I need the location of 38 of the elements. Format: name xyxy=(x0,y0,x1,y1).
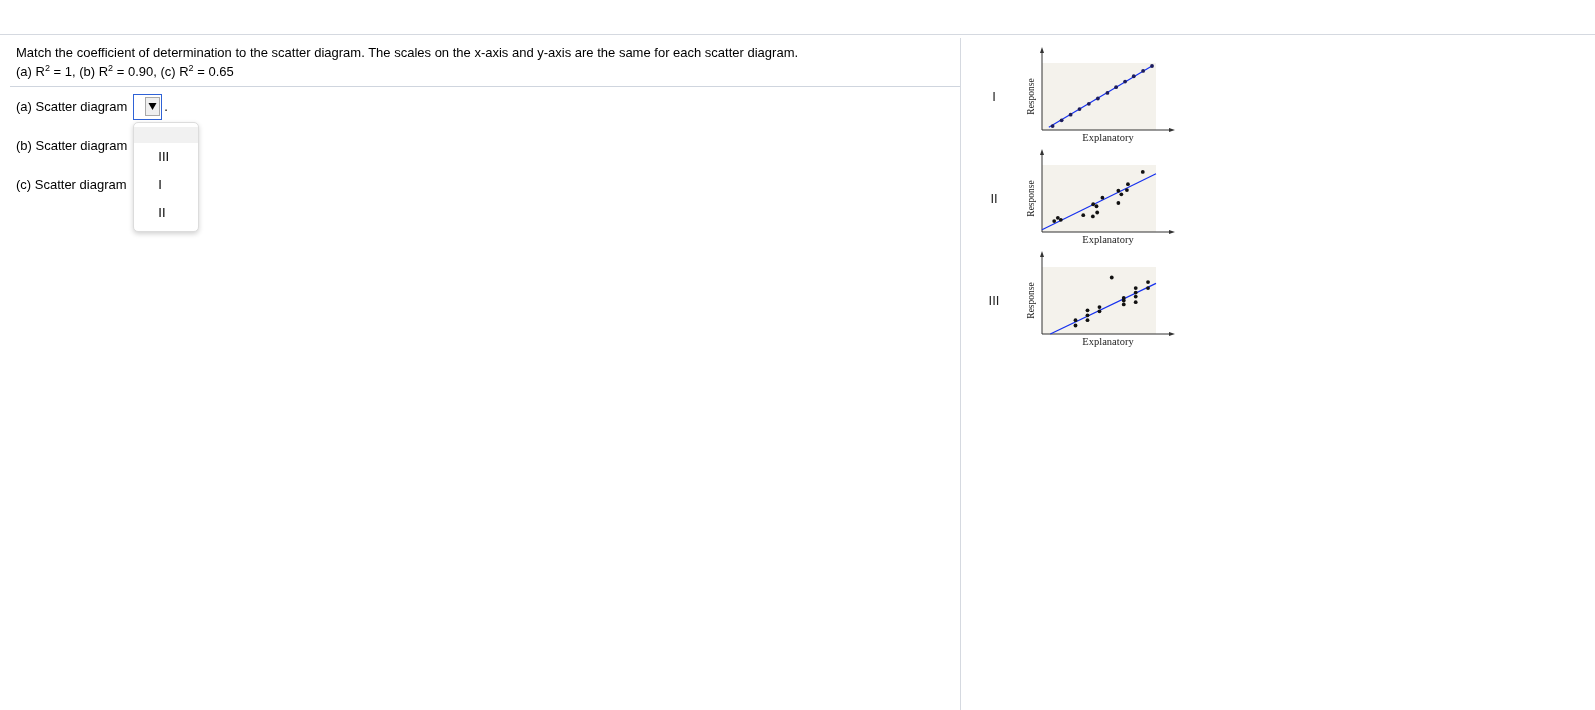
data-point xyxy=(1146,280,1150,284)
data-point xyxy=(1146,286,1150,290)
data-point xyxy=(1068,112,1073,117)
answer-label: (b) Scatter diagram xyxy=(16,138,128,153)
data-point xyxy=(1077,107,1082,111)
answer-label: (a) Scatter diagram xyxy=(16,99,128,114)
answer-dropdown[interactable] xyxy=(133,93,163,120)
menu-option[interactable]: II xyxy=(134,198,199,227)
period-text: . xyxy=(164,99,168,114)
data-point xyxy=(1150,64,1154,68)
menu-option[interactable]: I xyxy=(134,170,199,199)
diagram-label: I xyxy=(991,89,997,104)
data-point xyxy=(1109,275,1114,280)
diagram-label: III xyxy=(987,293,1001,308)
y-axis-label: Response xyxy=(1026,180,1036,217)
data-point xyxy=(1050,124,1055,128)
answer-label: (c) Scatter diagram xyxy=(16,177,127,192)
x-axis-label: Explanatory xyxy=(1082,336,1134,347)
r-squared-values: (a) R$^{2}$ = 1, (b) R$^{2}$ = 0.90, (c) R$^{2}$ = 0.65 xyxy=(16,62,235,81)
data-point xyxy=(1105,91,1110,95)
data-point xyxy=(1141,69,1145,73)
x-axis-label: Explanatory xyxy=(1082,132,1134,143)
x-axis-label: Explanatory xyxy=(1082,234,1134,245)
instruction-text: Match the coefficient of determination to the scatter diagram. The scales on the x-axis and y-axis are the same for each scatter diagram. xyxy=(16,44,800,62)
data-point xyxy=(1081,213,1086,218)
data-point xyxy=(1131,74,1136,79)
y-axis-label: Response xyxy=(1026,78,1036,115)
menu-option[interactable]: III xyxy=(134,142,199,171)
diagram-label: II xyxy=(989,191,999,206)
data-point xyxy=(1059,118,1064,123)
data-point xyxy=(1095,96,1100,101)
data-point xyxy=(1116,201,1121,205)
data-point xyxy=(1114,85,1118,90)
data-point xyxy=(1086,101,1091,106)
y-axis-label: Response xyxy=(1026,282,1036,319)
data-point xyxy=(1140,170,1145,174)
data-point xyxy=(1123,79,1127,84)
data-point xyxy=(1100,195,1105,200)
